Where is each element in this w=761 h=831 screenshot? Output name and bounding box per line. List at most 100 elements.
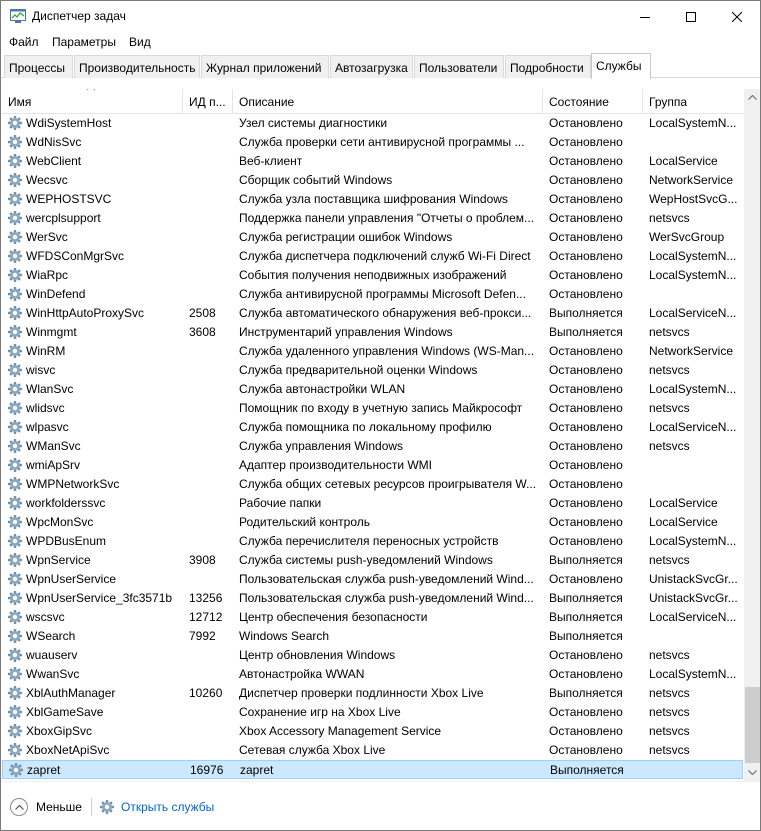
table-row[interactable]: XblGameSave Сохранение игр на Xbox Live Ос… [2,703,743,722]
service-name: WebClient [26,154,82,168]
table-row[interactable]: WEPHOSTSVC Служба узла поставщика шифрова… [2,190,743,209]
table-row[interactable]: WdiSystemHost Узел системы диагностики Ост… [2,114,743,133]
table-row[interactable]: WpnUserService_3fc3571b 13256 Пользователь… [2,589,743,608]
service-state: Остановлено [549,268,623,282]
gear-icon [7,229,23,245]
close-button[interactable] [714,1,760,32]
table-row[interactable]: wercplsupport Поддержка панели управления… [2,209,743,228]
scroll-up-button[interactable] [744,89,760,106]
service-name: XboxNetApiSvc [26,743,110,757]
service-name: WManSvc [26,439,81,453]
service-name: WpnUserService [26,572,117,586]
gear-icon [7,400,23,416]
tab-startup[interactable]: Автозагрузка [330,55,413,78]
table-row[interactable]: WerSvc Служба регистрации ошибок Windows О… [2,228,743,247]
table-row[interactable]: wmiApSrv Адаптер производительности WMI Ос… [2,456,743,475]
open-services-link[interactable]: Открыть службы [99,799,214,815]
service-description: Автонастройка WWAN [239,667,365,681]
table-row[interactable]: WiaRpc События получения неподвижных изоб… [2,266,743,285]
service-name: WpnService [26,553,91,567]
menu-options[interactable]: Параметры [52,35,116,49]
table-row[interactable]: WlanSvc Служба автонастройки WLAN Остановл… [2,380,743,399]
title-bar[interactable]: Диспетчер задач [1,1,760,32]
table-row[interactable]: Wecsvc Сборщик событий Windows Остановлено… [2,171,743,190]
service-state: Остановлено [549,230,623,244]
close-icon [732,11,742,22]
service-name: WFDSConMgrSvc [26,249,125,263]
table-row[interactable]: WpcMonSvc Родительский контроль Остановлен… [2,513,743,532]
menu-file[interactable]: Файл [9,35,39,49]
service-group: NetworkService [649,173,734,187]
table-row[interactable]: XblAuthManager 10260 Диспетчер проверки по… [2,684,743,703]
table-row[interactable]: wscsvc 12712 Центр обеспечения безопасност… [2,608,743,627]
tab-performance[interactable]: Производительность [74,55,200,78]
service-group: netsvcs [649,363,690,377]
service-description: Адаптер производительности WMI [239,458,433,472]
column-header-pid[interactable]: ИД п... [183,89,233,114]
gear-icon [7,191,23,207]
tab-users[interactable]: Пользователи [414,55,504,78]
gear-icon [7,305,23,321]
fewer-details-label: Меньше [36,800,82,814]
minimize-button[interactable] [622,1,668,32]
table-row[interactable]: wisvc Служба предварительной оценки Windo… [2,361,743,380]
service-group: WerSvcGroup [649,230,725,244]
gear-icon [7,590,23,606]
table-row[interactable]: workfolderssvc Рабочие папки Остановлено Lo… [2,494,743,513]
table-row[interactable]: Winmgmt 3608 Инструментарий управления Win… [2,323,743,342]
table-row[interactable]: WwanSvc Автонастройка WWAN Остановлено Loca… [2,665,743,684]
column-header-description[interactable]: Описание [233,89,543,114]
table-row[interactable]: WinDefend Служба антивирусной программы M… [2,285,743,304]
column-header-state[interactable]: Состояние [543,89,643,114]
table-row[interactable]: WPDBusEnum Служба перечислителя переносны… [2,532,743,551]
gear-icon [7,134,23,150]
gear-icon [7,476,23,492]
table-row[interactable]: zapret 16976 zapret Выполняется [2,760,743,779]
table-row[interactable]: wlpasvc Служба помощника по локальному пр… [2,418,743,437]
table-row[interactable]: WSearch 7992 Windows Search Выполняется [2,627,743,646]
table-row[interactable]: XboxNetApiSvc Сетевая служба Xbox Live Ост… [2,741,743,760]
table-row[interactable]: WinHttpAutoProxySvc 2508 Служба автоматиче… [2,304,743,323]
column-header-group-label: Группа [649,95,688,109]
chevron-up-icon [10,798,28,816]
table-row[interactable]: WinRM Служба удаленного управления Window… [2,342,743,361]
scrollbar-thumb[interactable] [745,687,760,763]
service-group: LocalServiceN... [649,306,737,320]
minimize-icon [640,16,650,18]
vertical-scrollbar[interactable] [744,89,760,781]
tab-services[interactable]: Службы [591,53,651,79]
menu-view[interactable]: Вид [129,35,151,49]
table-row[interactable]: XboxGipSvc Xbox Accessory Management Serv… [2,722,743,741]
tab-details[interactable]: Подробности [505,55,591,78]
gear-icon [7,343,23,359]
fewer-details-button[interactable]: Меньше [10,798,82,816]
maximize-button[interactable] [668,1,714,32]
service-name: zapret [27,763,61,777]
tab-processes[interactable]: Процессы [4,55,73,78]
service-description: Служба узла поставщика шифрования Window… [239,192,508,206]
table-row[interactable]: wuauserv Центр обновления Windows Остановл… [2,646,743,665]
table-row[interactable]: WdNisSvc Служба проверки сети антивирусно… [2,133,743,152]
scroll-down-button[interactable] [744,764,760,781]
column-header-group[interactable]: Группа [643,89,743,114]
service-name: WMPNetworkSvc [26,477,120,491]
service-group: LocalSystemN... [649,249,737,263]
service-name: wlidsvc [26,401,65,415]
table-row[interactable]: WebClient Веб-клиент Остановлено LocalServi… [2,152,743,171]
table-row[interactable]: WManSvc Служба управления Windows Остановл… [2,437,743,456]
column-header-name[interactable]: Имя [2,89,183,114]
tab-app-history[interactable]: Журнал приложений [201,55,329,78]
service-state: Остановлено [549,515,623,529]
table-row[interactable]: wlidsvc Помощник по входу в учетную запис… [2,399,743,418]
service-name: WdNisSvc [26,135,82,149]
service-description: Помощник по входу в учетную запись Майкр… [239,401,523,415]
table-row[interactable]: WpnUserService Пользовательская служба pu… [2,570,743,589]
gear-icon [7,685,23,701]
service-state: Остановлено [549,743,623,757]
service-group: UnistackSvcGr... [649,572,738,586]
table-row[interactable]: WMPNetworkSvc Служба общих сетевых ресурс… [2,475,743,494]
service-description: Служба удаленного управления Windows (WS… [239,344,535,358]
table-row[interactable]: WFDSConMgrSvc Служба диспетчера подключен… [2,247,743,266]
service-name: XblGameSave [26,705,104,719]
table-row[interactable]: WpnService 3908 Служба системы push-уведом… [2,551,743,570]
